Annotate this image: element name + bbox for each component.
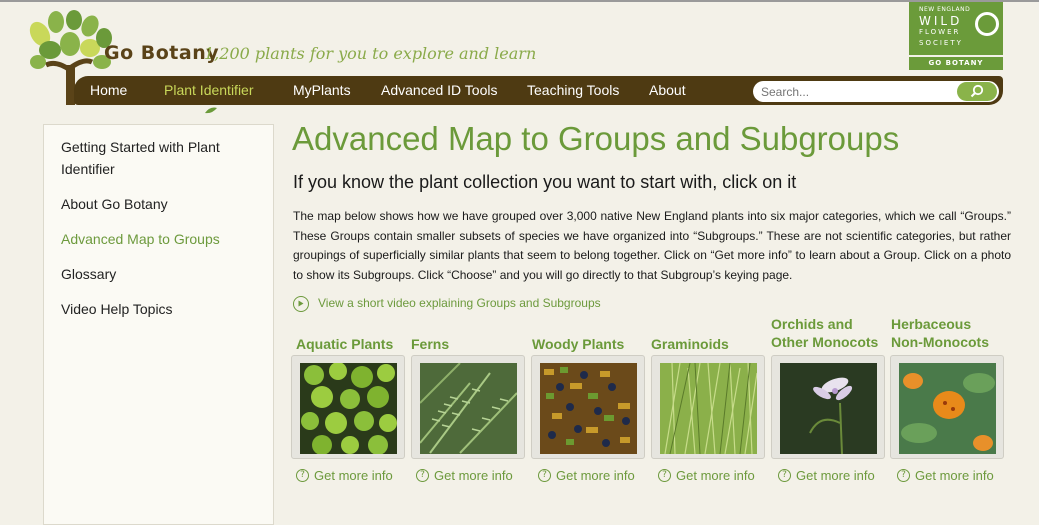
nav-advanced-id-tools[interactable]: Advanced ID Tools — [381, 82, 497, 98]
partner-line-3: FLOWER — [919, 28, 961, 36]
help-icon: ? — [778, 469, 791, 482]
partner-sub-label: GO BOTANY — [909, 57, 1003, 70]
graminoids-photo — [660, 363, 757, 454]
brand-name[interactable]: Go Botany — [104, 42, 219, 64]
sidebar-item-glossary[interactable]: Glossary — [61, 263, 116, 285]
group-name-herbaceous-line1[interactable]: Herbaceous — [891, 315, 971, 333]
search-input[interactable] — [761, 84, 951, 99]
group-name-aquatic-plants[interactable]: Aquatic Plants — [296, 335, 393, 353]
brand-tagline: 1,200 plants for you to explore and lear… — [204, 44, 537, 63]
get-more-info-text[interactable]: Get more info — [676, 468, 755, 483]
herbaceous-photo — [899, 363, 996, 454]
page-subtitle: If you know the plant collection you wan… — [293, 172, 797, 192]
sidebar-item-getting-started[interactable]: Getting Started with Plant Identifier — [61, 136, 251, 180]
partner-line-2: WILD — [919, 14, 963, 28]
help-icon: ? — [897, 469, 910, 482]
intro-paragraph: The map below shows how we have grouped … — [293, 209, 1011, 282]
group-tile-woody-plants[interactable] — [531, 355, 645, 459]
group-name-orchids-line2[interactable]: Other Monocots — [771, 333, 878, 351]
get-more-info-text[interactable]: Get more info — [314, 468, 393, 483]
help-icon: ? — [538, 469, 551, 482]
get-more-info-text[interactable]: Get more info — [796, 468, 875, 483]
new-england-wild-flower-society-logo[interactable]: NEW ENGLAND WILD FLOWER SOCIETY — [909, 2, 1003, 55]
group-name-woody-plants[interactable]: Woody Plants — [532, 335, 624, 353]
nav-myplants[interactable]: MyPlants — [293, 82, 351, 98]
nav-home[interactable]: Home — [90, 82, 127, 98]
group-tile-orchids[interactable] — [771, 355, 885, 459]
group-tile-aquatic-plants[interactable] — [291, 355, 405, 459]
help-icon: ? — [658, 469, 671, 482]
page-title: Advanced Map to Groups and Subgroups — [292, 120, 900, 157]
partner-line-4: SOCIETY — [919, 39, 963, 47]
video-icon — [293, 296, 309, 312]
sidebar: Getting Started with Plant Identifier Ab… — [43, 124, 274, 525]
group-name-ferns[interactable]: Ferns — [411, 335, 449, 353]
active-nav-leaf-icon — [205, 107, 217, 114]
get-more-info-text[interactable]: Get more info — [915, 468, 994, 483]
aquatic-plants-photo — [300, 363, 397, 454]
get-more-info-text[interactable]: Get more info — [434, 468, 513, 483]
partner-line-1: NEW ENGLAND — [919, 6, 971, 13]
woody-plants-photo — [540, 363, 637, 454]
sidebar-item-video-help[interactable]: Video Help Topics — [61, 298, 173, 320]
group-name-graminoids[interactable]: Graminoids — [651, 335, 729, 353]
orchids-photo — [780, 363, 877, 454]
nav-teaching-tools[interactable]: Teaching Tools — [527, 82, 619, 98]
group-tile-ferns[interactable] — [411, 355, 525, 459]
get-more-info-text[interactable]: Get more info — [556, 468, 635, 483]
help-icon: ? — [416, 469, 429, 482]
top-border — [0, 0, 1039, 2]
sidebar-item-advanced-map[interactable]: Advanced Map to Groups — [61, 228, 220, 250]
nav-plant-identifier[interactable]: Plant Identifier — [164, 82, 254, 98]
group-tile-herbaceous[interactable] — [890, 355, 1004, 459]
search-icon — [970, 84, 984, 98]
sidebar-item-about-go-botany[interactable]: About Go Botany — [61, 193, 168, 215]
group-name-herbaceous-line2[interactable]: Non-Monocots — [891, 333, 989, 351]
help-icon: ? — [296, 469, 309, 482]
search-button[interactable] — [957, 82, 997, 101]
nav-about[interactable]: About — [649, 82, 686, 98]
group-tile-graminoids[interactable] — [651, 355, 765, 459]
video-link-text[interactable]: View a short video explaining Groups and… — [318, 296, 601, 310]
group-name-orchids-line1[interactable]: Orchids and — [771, 315, 853, 333]
ferns-photo — [420, 363, 517, 454]
society-emblem-icon — [975, 12, 999, 36]
